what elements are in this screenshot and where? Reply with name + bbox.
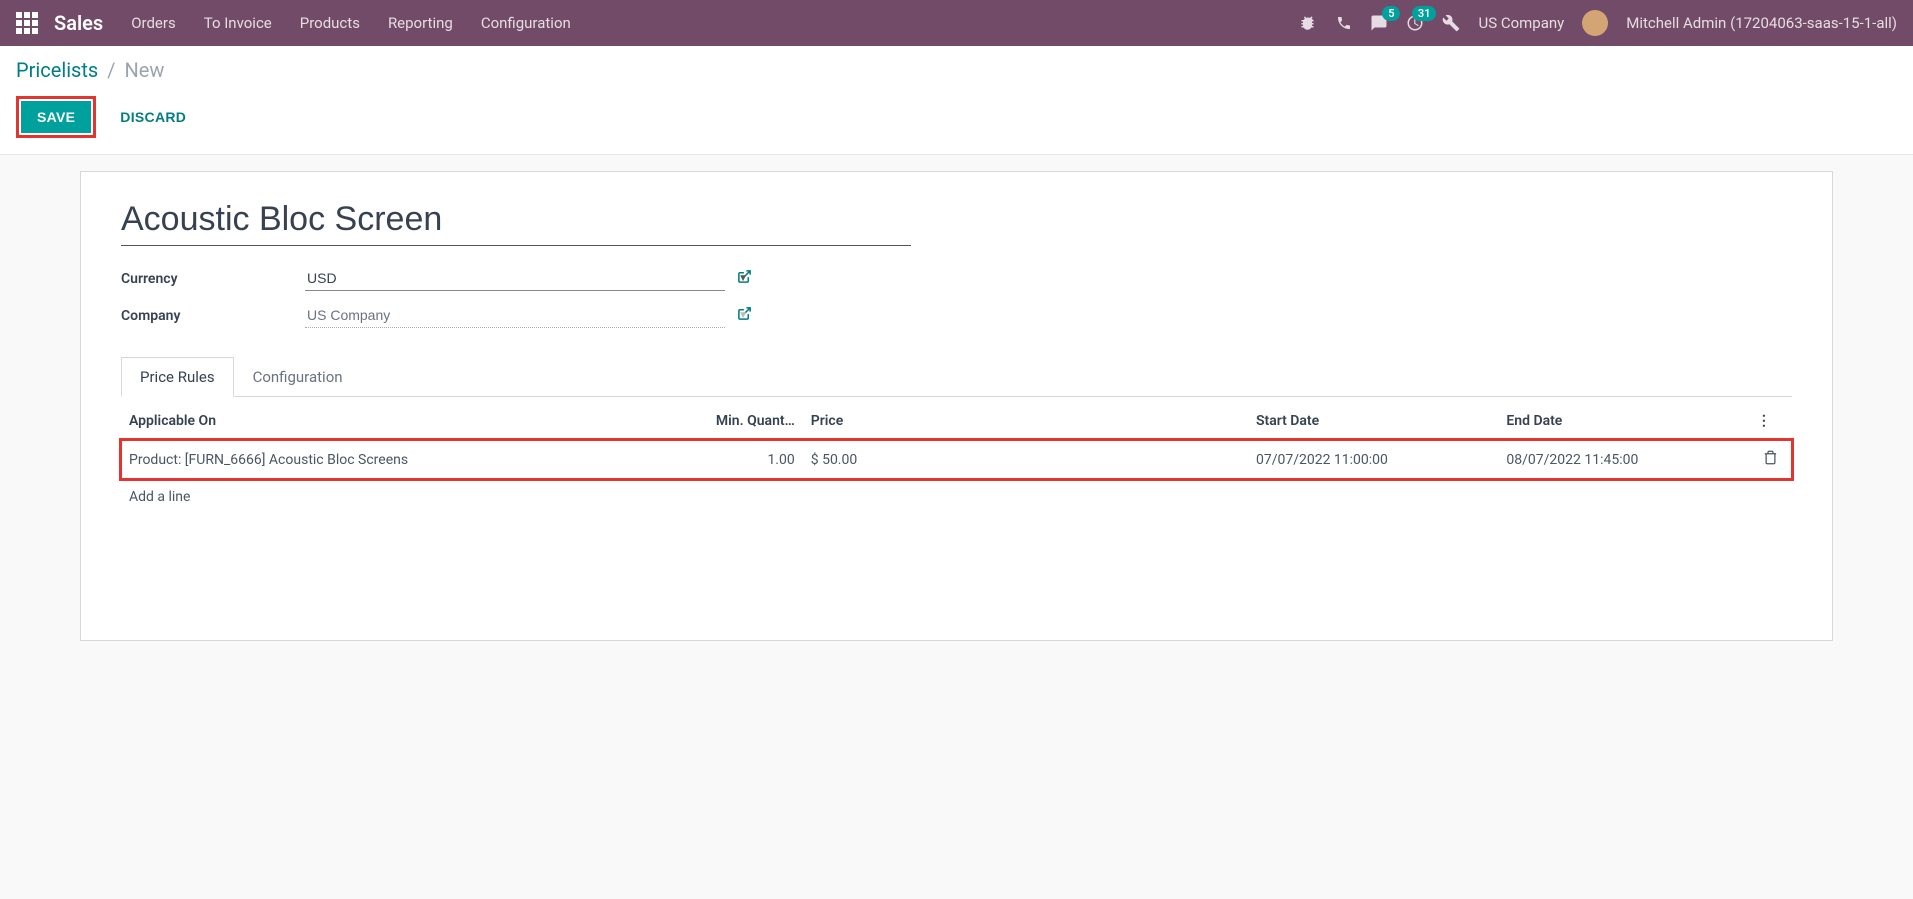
tab-price-rules[interactable]: Price Rules	[121, 357, 234, 397]
action-buttons: SAVE DISCARD	[16, 96, 1897, 138]
external-link-icon[interactable]	[737, 269, 752, 288]
discard-button[interactable]: DISCARD	[108, 101, 198, 133]
breadcrumb-separator: /	[107, 58, 115, 82]
cell-applicable-on[interactable]: Product: [FURN_6666] Acoustic Bloc Scree…	[121, 440, 664, 480]
bug-icon[interactable]	[1300, 14, 1318, 32]
nav-to-invoice[interactable]: To Invoice	[204, 14, 272, 32]
currency-row: Currency ▼	[121, 266, 1792, 291]
cell-end-date[interactable]: 08/07/2022 11:45:00	[1498, 440, 1748, 480]
subheader: Pricelists / New SAVE DISCARD	[0, 46, 1913, 155]
tabs: Price Rules Configuration	[121, 356, 1792, 397]
cell-start-date[interactable]: 07/07/2022 11:00:00	[1248, 440, 1498, 480]
app-brand[interactable]: Sales	[54, 11, 103, 35]
sheet-container: Currency ▼ Company ▼ Price Rules Co	[0, 155, 1913, 657]
cell-price[interactable]: $ 50.00	[803, 440, 1248, 480]
company-label: Company	[121, 308, 305, 324]
table-row[interactable]: Product: [FURN_6666] Acoustic Bloc Scree…	[121, 440, 1792, 480]
nav-products[interactable]: Products	[300, 14, 360, 32]
pricelist-name-input[interactable]	[121, 196, 911, 246]
tools-icon[interactable]	[1442, 14, 1460, 32]
col-applicable-on: Applicable On	[121, 403, 664, 440]
nav-reporting[interactable]: Reporting	[388, 14, 453, 32]
form-sheet: Currency ▼ Company ▼ Price Rules Co	[80, 171, 1833, 641]
external-link-icon[interactable]	[737, 306, 752, 325]
company-selector[interactable]: US Company	[1478, 14, 1564, 32]
col-start-date: Start Date	[1248, 403, 1498, 440]
breadcrumb: Pricelists / New	[16, 58, 1897, 82]
topbar-right: 5 31 US Company Mitchell Admin (17204063…	[1300, 10, 1897, 36]
currency-label: Currency	[121, 271, 305, 287]
price-rules-table: Applicable On Min. Quant… Price Start Da…	[121, 403, 1792, 515]
breadcrumb-current: New	[124, 58, 164, 82]
activities-badge: 31	[1412, 6, 1437, 21]
messages-badge: 5	[1382, 6, 1400, 21]
tab-configuration[interactable]: Configuration	[234, 357, 362, 397]
save-button-highlight: SAVE	[16, 96, 96, 138]
user-menu[interactable]: Mitchell Admin (17204063-saas-15-1-all)	[1626, 14, 1897, 32]
col-end-date: End Date	[1498, 403, 1748, 440]
col-options-icon[interactable]: ⋮	[1749, 403, 1792, 440]
save-button[interactable]: SAVE	[21, 101, 91, 133]
top-navbar: Sales Orders To Invoice Products Reporti…	[0, 0, 1913, 46]
col-price: Price	[803, 403, 1248, 440]
company-field[interactable]	[305, 303, 725, 328]
col-min-qty: Min. Quant…	[664, 403, 803, 440]
nav-menu: Orders To Invoice Products Reporting Con…	[131, 14, 1300, 32]
delete-row-icon[interactable]	[1749, 440, 1792, 480]
messages-icon[interactable]: 5	[1370, 14, 1388, 32]
phone-icon[interactable]	[1336, 15, 1352, 31]
nav-configuration[interactable]: Configuration	[481, 14, 571, 32]
activities-icon[interactable]: 31	[1406, 14, 1424, 32]
cell-min-qty[interactable]: 1.00	[664, 440, 803, 480]
currency-field[interactable]	[305, 266, 725, 291]
apps-icon[interactable]	[16, 12, 38, 34]
add-line-link[interactable]: Add a line	[121, 479, 1792, 515]
breadcrumb-parent[interactable]: Pricelists	[16, 58, 98, 82]
avatar[interactable]	[1582, 10, 1608, 36]
company-row: Company ▼	[121, 303, 1792, 328]
nav-orders[interactable]: Orders	[131, 14, 176, 32]
